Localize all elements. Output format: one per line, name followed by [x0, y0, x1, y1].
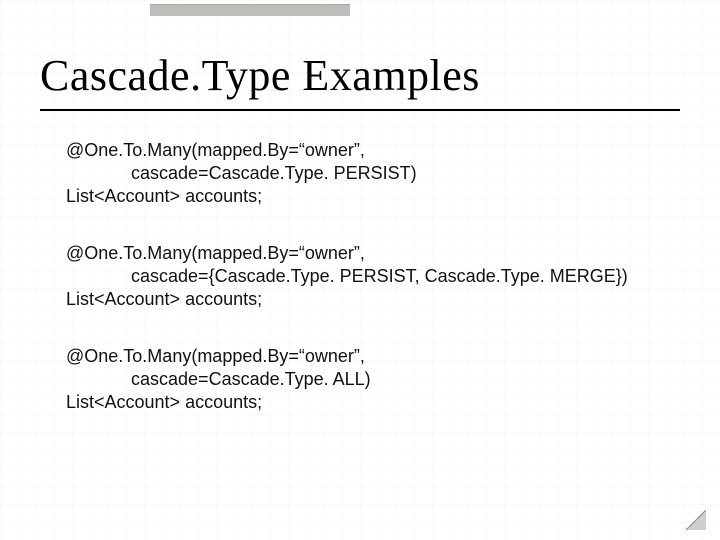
slide-content: Cascade.Type Examples @One.To.Many(mappe…: [0, 0, 720, 540]
code-example-1: @One.To.Many(mapped.By=“owner”, cascade=…: [40, 139, 680, 208]
code-line: cascade={Cascade.Type. PERSIST, Cascade.…: [66, 266, 628, 286]
code-line: @One.To.Many(mapped.By=“owner”,: [66, 140, 365, 160]
code-line: @One.To.Many(mapped.By=“owner”,: [66, 243, 365, 263]
code-line: List<Account> accounts;: [66, 289, 262, 309]
code-line: @One.To.Many(mapped.By=“owner”,: [66, 346, 365, 366]
code-line: List<Account> accounts;: [66, 186, 262, 206]
code-line: cascade=Cascade.Type. ALL): [66, 369, 371, 389]
code-line: cascade=Cascade.Type. PERSIST): [66, 163, 417, 183]
page-curl-icon: [686, 510, 706, 530]
title-underline: [40, 109, 680, 111]
code-example-2: @One.To.Many(mapped.By=“owner”, cascade=…: [40, 242, 680, 311]
code-line: List<Account> accounts;: [66, 392, 262, 412]
slide-title: Cascade.Type Examples: [40, 50, 680, 101]
code-example-3: @One.To.Many(mapped.By=“owner”, cascade=…: [40, 345, 680, 414]
